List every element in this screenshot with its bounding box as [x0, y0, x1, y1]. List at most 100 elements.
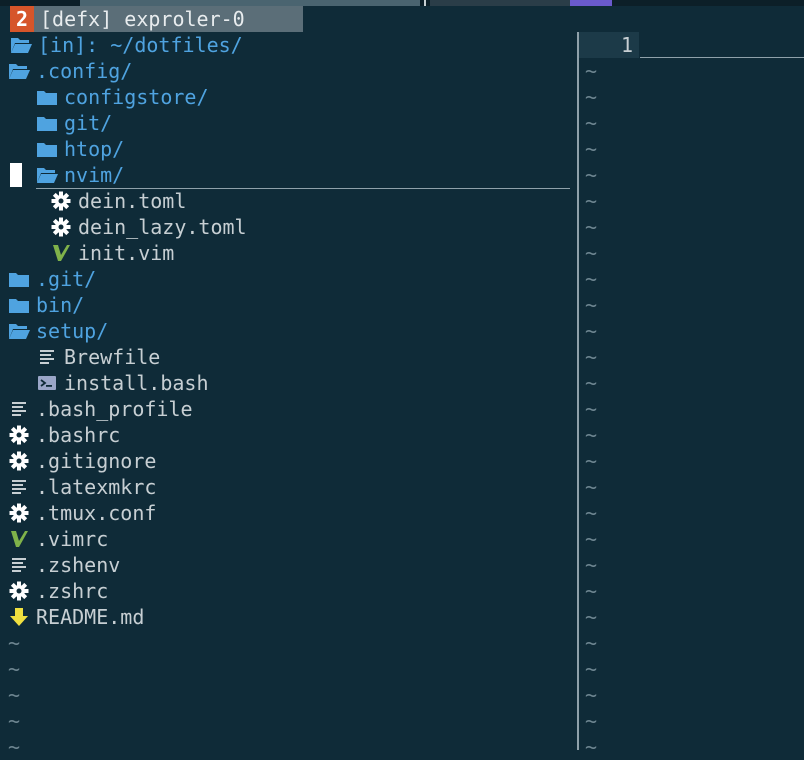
gear-icon — [50, 216, 72, 238]
folder-icon — [8, 294, 30, 316]
tree-item-label: nvim/ — [64, 163, 125, 187]
empty-line-tilde: ~ — [8, 735, 21, 759]
empty-line-tilde: ~ — [585, 85, 598, 109]
empty-line-tilde: ~ — [585, 579, 598, 603]
tree-item-label: README.md — [36, 605, 145, 629]
empty-line-tilde: ~ — [585, 709, 598, 733]
tree-dir-item[interactable]: setup/ — [8, 318, 108, 344]
tree-file-item[interactable]: .bash_profile — [8, 396, 193, 422]
empty-line-tilde: ~ — [585, 657, 598, 681]
folder-icon — [8, 268, 30, 290]
tree-file-item[interactable]: README.md — [8, 604, 144, 630]
tree-item-label: .bashrc — [36, 423, 121, 447]
buffer-number: 2 — [10, 6, 34, 32]
tree-file-item[interactable]: .latexmkrc — [8, 474, 156, 500]
terminal-icon — [36, 372, 58, 394]
tree-file-item[interactable]: dein_lazy.toml — [50, 214, 247, 240]
folder-icon — [36, 86, 58, 108]
tree-dir-item[interactable]: htop/ — [36, 136, 124, 162]
empty-line-tilde: ~ — [8, 683, 21, 707]
tree-item-label: .gitignore — [36, 449, 157, 473]
empty-line-tilde: ~ — [585, 241, 598, 265]
empty-line-tilde: ~ — [585, 735, 598, 759]
tree-item-label: htop/ — [64, 137, 125, 161]
tree-item-label: dein_lazy.toml — [78, 215, 247, 239]
cursor-line-underline — [640, 57, 804, 58]
editor-pane[interactable]: 1 ~ ~ ~ ~ ~ ~ ~ ~ ~ ~ ~ ~ ~ ~ ~ ~ ~ ~ ~ ~ ~ ~ ~ ~ ~ ~ ~ — [579, 32, 804, 759]
tree-item-label: .zshrc — [36, 579, 109, 603]
tree-dir-item[interactable]: .git/ — [8, 266, 96, 292]
text-file-icon — [8, 554, 30, 576]
tab-separator — [424, 0, 426, 6]
tree-file-item[interactable]: .vimrc — [8, 526, 108, 552]
empty-line-tilde: ~ — [585, 137, 598, 161]
tree-item-label: .latexmkrc — [36, 475, 157, 499]
tree-file-item[interactable]: install.bash — [36, 370, 209, 396]
tree-dir-item[interactable]: configstore/ — [36, 84, 209, 110]
download-arrow-icon — [8, 606, 30, 628]
gear-icon — [8, 450, 30, 472]
tree-item-label: .zshenv — [36, 553, 121, 577]
empty-line-tilde: ~ — [585, 501, 598, 525]
empty-line-tilde: ~ — [585, 553, 598, 577]
empty-line-tilde: ~ — [585, 527, 598, 551]
tree-dir-item[interactable]: nvim/ — [36, 162, 570, 189]
empty-line-tilde: ~ — [585, 397, 598, 421]
empty-line-tilde: ~ — [585, 111, 598, 135]
buffer-name: [defx] exproler-0 — [40, 7, 245, 31]
empty-line-tilde: ~ — [585, 215, 598, 239]
tab-segment[interactable] — [430, 0, 570, 6]
tree-item-label: .config/ — [36, 59, 133, 83]
tree-item-label: git/ — [64, 111, 113, 135]
folder-icon — [36, 138, 58, 160]
tree-file-item[interactable]: .bashrc — [8, 422, 120, 448]
text-file-icon — [8, 398, 30, 420]
tab-segment-active[interactable] — [570, 0, 612, 6]
folder-open-icon — [10, 34, 32, 56]
tree-item-label: .git/ — [36, 267, 97, 291]
empty-line-tilde: ~ — [8, 631, 21, 655]
tree-dir-item[interactable]: bin/ — [8, 292, 84, 318]
tree-file-item[interactable]: init.vim — [50, 240, 174, 266]
empty-line-tilde: ~ — [585, 345, 598, 369]
tree-item-label: bin/ — [36, 293, 85, 317]
file-tree-pane[interactable]: [in]: ~/dotfiles/.config/configstore/git… — [0, 32, 577, 759]
gear-icon — [8, 502, 30, 524]
empty-line-tilde: ~ — [585, 319, 598, 343]
tree-item-label: install.bash — [64, 371, 209, 395]
empty-line-tilde: ~ — [585, 423, 598, 447]
empty-line-tilde: ~ — [585, 475, 598, 499]
tree-item-label: .tmux.conf — [36, 501, 157, 525]
empty-line-tilde: ~ — [585, 163, 598, 187]
tree-file-item[interactable]: dein.toml — [50, 188, 186, 214]
empty-line-tilde: ~ — [585, 189, 598, 213]
empty-line-tilde: ~ — [585, 293, 598, 317]
tree-file-item[interactable]: Brewfile — [36, 344, 160, 370]
cursor-block — [10, 163, 22, 187]
tree-dir-item[interactable]: .config/ — [8, 58, 132, 84]
gear-icon — [8, 580, 30, 602]
tree-dir-item[interactable]: git/ — [36, 110, 112, 136]
empty-line-tilde: ~ — [585, 267, 598, 291]
tree-file-item[interactable]: .gitignore — [8, 448, 156, 474]
tree-header-label: [in]: ~/dotfiles/ — [38, 33, 243, 57]
tree-item-label: .vimrc — [36, 527, 109, 551]
empty-line-tilde: ~ — [585, 449, 598, 473]
tree-file-item[interactable]: .zshenv — [8, 552, 120, 578]
tree-item-label: Brewfile — [64, 345, 161, 369]
text-file-icon — [36, 346, 58, 368]
tree-file-item[interactable]: .tmux.conf — [8, 500, 156, 526]
folder-open-icon — [8, 320, 30, 342]
empty-line-tilde: ~ — [585, 371, 598, 395]
empty-line-tilde: ~ — [585, 631, 598, 655]
empty-line-tilde: ~ — [8, 709, 21, 733]
tree-item-label: configstore/ — [64, 85, 209, 109]
tree-item-label: init.vim — [78, 241, 175, 265]
folder-icon — [36, 112, 58, 134]
tree-item-label: setup/ — [36, 319, 109, 343]
empty-line-tilde: ~ — [585, 605, 598, 629]
tree-item-label: .bash_profile — [36, 397, 193, 421]
tree-file-item[interactable]: .zshrc — [8, 578, 108, 604]
empty-line-tilde: ~ — [585, 683, 598, 707]
gear-icon — [50, 190, 72, 212]
